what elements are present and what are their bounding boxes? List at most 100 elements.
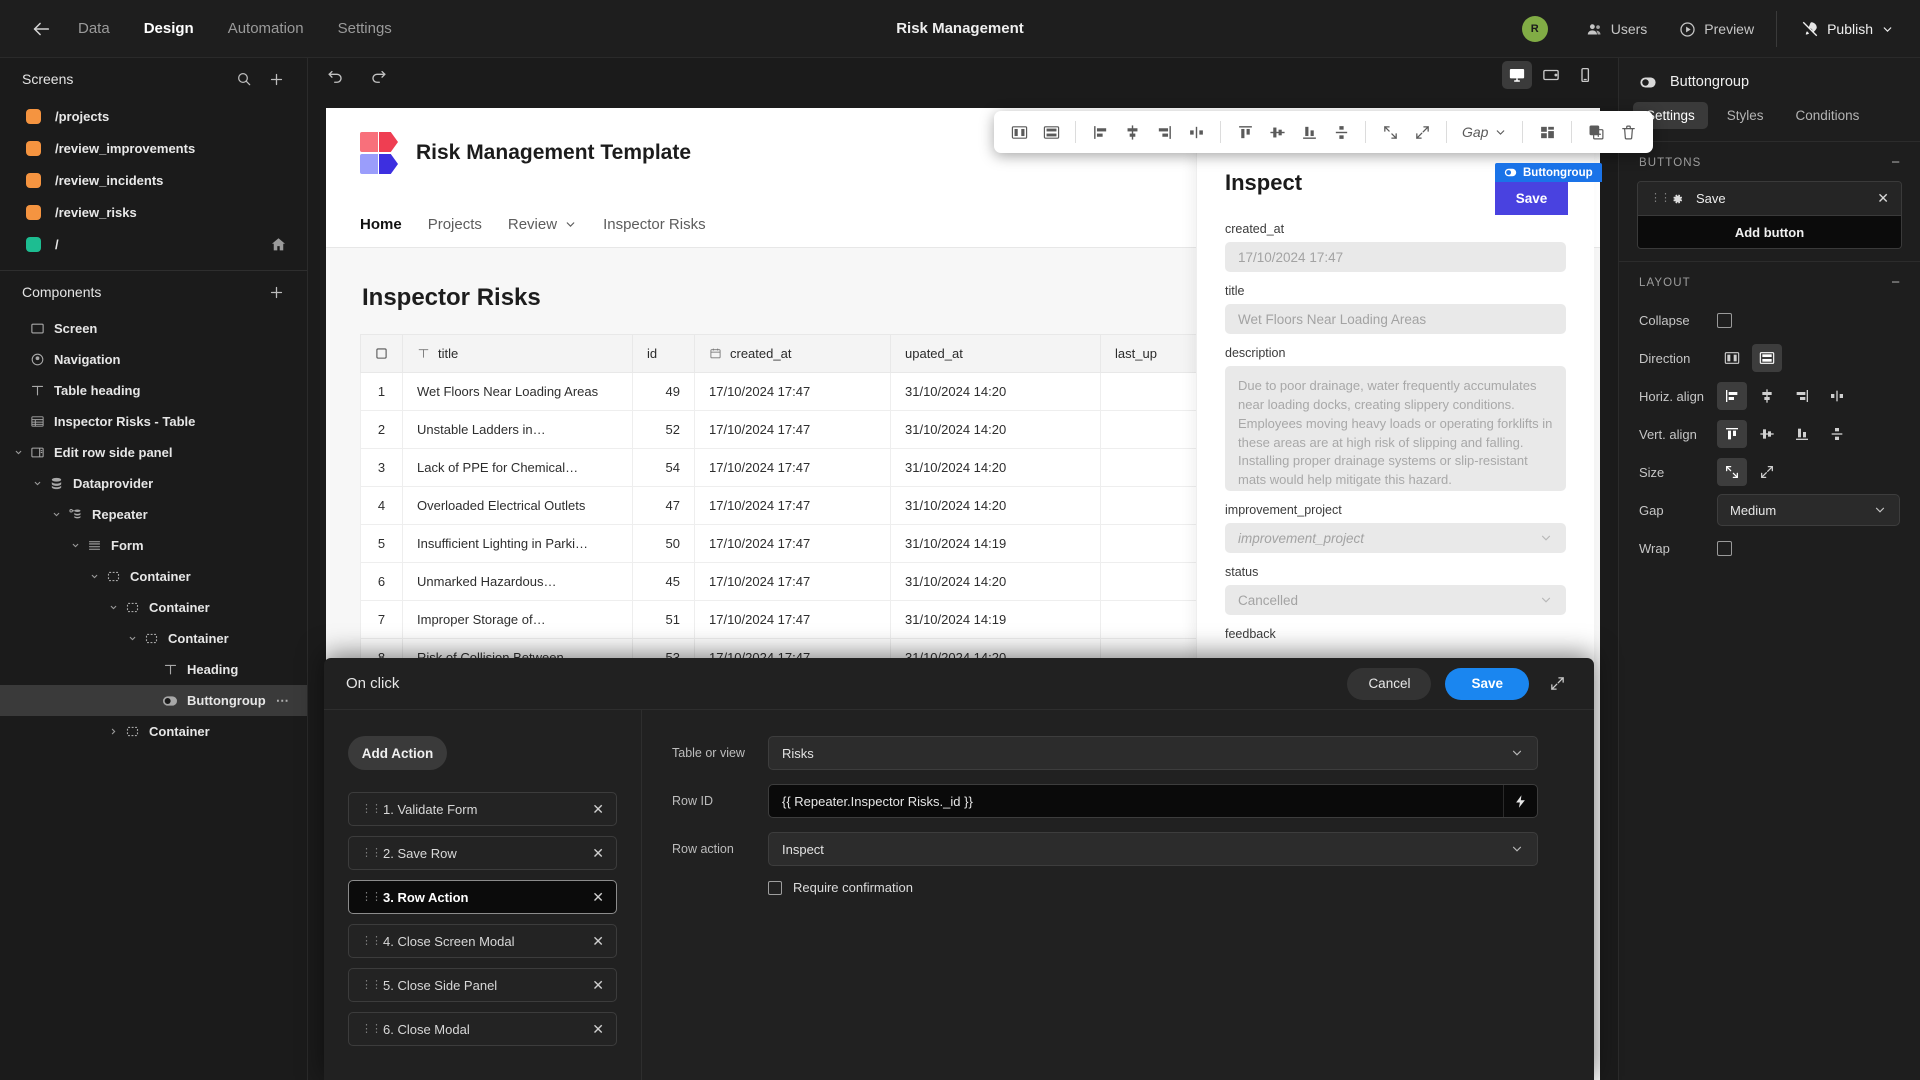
align-distribute-h-icon[interactable] [1181,117,1211,147]
button-list-item[interactable]: ⋮⋮ Save ✕ [1638,182,1901,216]
mobile-icon[interactable] [1570,61,1600,89]
back-arrow-icon[interactable] [28,16,54,42]
require-confirmation-checkbox[interactable] [768,880,782,895]
collapse-checkbox[interactable] [1717,312,1732,328]
chevron-right-icon[interactable] [105,727,121,736]
screen-item[interactable]: /review_risks [0,196,307,228]
remove-button-icon[interactable]: ✕ [1877,190,1889,207]
grid-icon[interactable] [1532,117,1562,147]
preview-save-button[interactable]: Save [1495,182,1568,215]
screen-item[interactable]: / [0,228,307,260]
th-upated-at[interactable]: upated_at [890,334,1101,373]
preview-nav-review[interactable]: Review [508,216,577,233]
drag-handle-icon[interactable]: ⋮⋮ [361,935,382,946]
tab-settings[interactable]: Settings [336,16,394,41]
tree-item-buttongroup[interactable]: Buttongroup ⋯ [0,685,307,716]
row-action-select[interactable]: Inspect [768,832,1538,866]
cancel-button[interactable]: Cancel [1347,667,1432,700]
gap-select[interactable]: Medium [1717,494,1900,526]
checkbox-icon[interactable] [375,347,388,360]
expand-icon[interactable] [1543,675,1572,692]
table-or-view-select[interactable]: Risks [768,736,1538,770]
remove-action-icon[interactable]: ✕ [592,801,604,818]
users-button[interactable]: Users [1570,0,1664,58]
preview-nav-projects[interactable]: Projects [428,216,482,233]
tablet-icon[interactable] [1536,61,1566,89]
align-right-icon[interactable] [1149,117,1179,147]
align-center-icon[interactable] [1117,117,1147,147]
wrap-checkbox[interactable] [1717,540,1732,556]
field-input[interactable]: Wet Floors Near Loading Areas [1225,304,1566,334]
delete-icon[interactable] [1613,117,1643,147]
preview-nav-inspector-risks[interactable]: Inspector Risks [603,216,706,233]
add-component-icon[interactable] [268,284,285,301]
chevron-down-icon[interactable] [10,448,26,457]
remove-action-icon[interactable]: ✕ [592,977,604,994]
direction-horizontal-icon[interactable] [1004,117,1034,147]
align-middle-icon[interactable] [1262,117,1292,147]
drag-handle-icon[interactable]: ⋮⋮ [361,891,382,902]
row-id-input[interactable]: {{ Repeater.Inspector Risks._id }} [768,784,1538,818]
chevron-down-icon[interactable] [86,572,102,581]
tree-item-edit-row-side-panel[interactable]: Edit row side panel [0,437,307,468]
align-bottom-icon[interactable] [1294,117,1324,147]
remove-action-icon[interactable]: ✕ [592,845,604,862]
size-shrink-icon[interactable] [1375,117,1405,147]
size-shrink-icon[interactable] [1717,458,1747,486]
action-item[interactable]: ⋮⋮ 6. Close Modal ✕ [348,1012,617,1046]
add-action-button[interactable]: Add Action [348,736,447,770]
collapse-section-icon[interactable]: − [1891,154,1900,171]
direction-vertical-icon[interactable] [1036,117,1066,147]
drag-handle-icon[interactable]: ⋮⋮ [361,803,382,814]
collapse-section-icon[interactable]: − [1891,274,1900,291]
home-icon[interactable] [270,236,287,253]
remove-action-icon[interactable]: ✕ [592,889,604,906]
tree-item-container[interactable]: Container [0,561,307,592]
align-top-icon[interactable] [1717,420,1747,448]
tree-item-heading[interactable]: Heading [0,654,307,685]
align-middle-icon[interactable] [1752,420,1782,448]
chevron-down-icon[interactable] [67,541,83,550]
align-left-icon[interactable] [1085,117,1115,147]
tree-item-inspector-risks-table[interactable]: Inspector Risks - Table [0,406,307,437]
tree-item-table-heading[interactable]: Table heading [0,375,307,406]
add-screen-icon[interactable] [268,71,285,88]
action-item[interactable]: ⋮⋮ 5. Close Side Panel ✕ [348,968,617,1002]
tab-data[interactable]: Data [76,16,112,41]
screen-item[interactable]: /projects [0,100,307,132]
action-item[interactable]: ⋮⋮ 4. Close Screen Modal ✕ [348,924,617,958]
tree-item-repeater[interactable]: Repeater [0,499,307,530]
preview-button[interactable]: Preview [1663,0,1770,58]
align-distribute-v-icon[interactable] [1822,420,1852,448]
publish-button[interactable]: Publish [1783,0,1920,58]
th-id[interactable]: id [632,334,695,373]
chevron-down-icon[interactable] [29,479,45,488]
size-grow-icon[interactable] [1752,458,1782,486]
chevron-down-icon[interactable] [48,510,64,519]
align-center-icon[interactable] [1752,382,1782,410]
action-item[interactable]: ⋮⋮ 3. Row Action ✕ [348,880,617,914]
direction-horizontal-icon[interactable] [1717,344,1747,372]
th-created-at[interactable]: created_at [694,334,891,373]
save-button[interactable]: Save [1445,667,1529,700]
align-left-icon[interactable] [1717,382,1747,410]
th-select-all[interactable] [360,334,403,373]
gap-dropdown[interactable]: Gap [1456,124,1513,140]
tree-item-container[interactable]: Container [0,623,307,654]
tab-conditions[interactable]: Conditions [1783,102,1873,129]
drag-handle-icon[interactable]: ⋮⋮ [361,979,382,990]
screen-item[interactable]: /review_improvements [0,132,307,164]
tab-styles[interactable]: Styles [1714,102,1777,129]
tree-item-container[interactable]: Container [0,716,307,747]
field-select[interactable]: improvement_project [1225,523,1566,553]
align-top-icon[interactable] [1230,117,1260,147]
align-distribute-h-icon[interactable] [1822,382,1852,410]
tree-item-form[interactable]: Form [0,530,307,561]
duplicate-icon[interactable] [1581,117,1611,147]
remove-action-icon[interactable]: ✕ [592,933,604,950]
drag-handle-icon[interactable]: ⋮⋮ [361,847,382,858]
remove-action-icon[interactable]: ✕ [592,1021,604,1038]
more-options-icon[interactable]: ⋯ [276,693,290,709]
th-title[interactable]: title [402,334,633,373]
chevron-down-icon[interactable] [105,603,121,612]
